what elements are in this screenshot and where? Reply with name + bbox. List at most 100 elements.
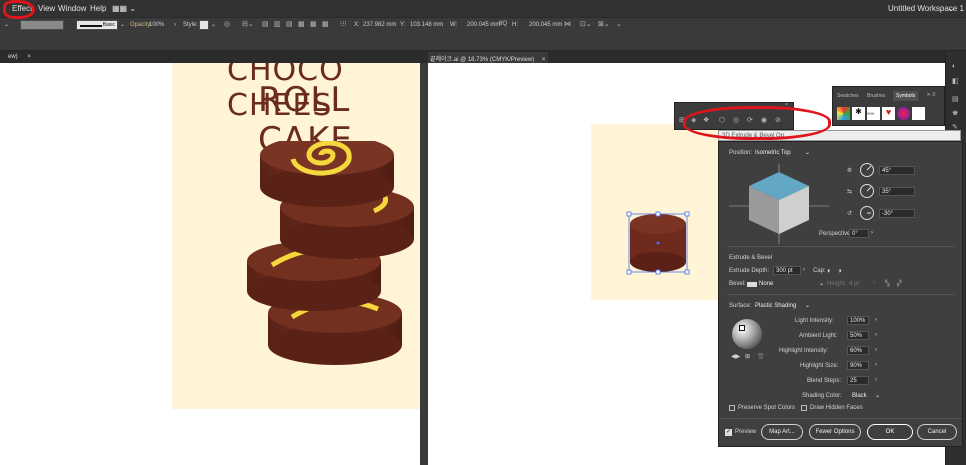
- draw-hidden-checkbox[interactable]: [801, 405, 807, 411]
- x-axis-icon: ⟰: [847, 168, 853, 174]
- panel-icon-layers[interactable]: ◧: [952, 77, 959, 85]
- panel-icon-appearance[interactable]: ◐: [952, 63, 956, 70]
- y-rotation-dial-icon[interactable]: [859, 183, 875, 199]
- chevron-right-icon[interactable]: ›: [875, 377, 877, 383]
- more-options-icon[interactable]: ⌄: [616, 20, 622, 28]
- align-center-icon[interactable]: ▥: [274, 20, 281, 28]
- light-intensity-input[interactable]: 100%: [847, 316, 869, 325]
- align-left-icon[interactable]: ▤: [262, 20, 269, 28]
- move-light-back-icon[interactable]: ◀▶: [731, 353, 740, 360]
- w-value[interactable]: 200.045 mm: [467, 22, 500, 28]
- light-source-handle[interactable]: [739, 325, 745, 331]
- close-icon[interactable]: ×: [27, 54, 31, 60]
- z-rotation-input[interactable]: -30°: [879, 209, 915, 218]
- style-swatch[interactable]: [199, 20, 209, 30]
- extrude-depth-input[interactable]: 300 pt: [773, 266, 801, 275]
- symbol-swatch[interactable]: [897, 107, 910, 120]
- transform-icon[interactable]: ⋈: [564, 20, 571, 28]
- align-bottom-icon[interactable]: ▦: [322, 20, 329, 28]
- chevron-right-icon[interactable]: ›: [174, 22, 176, 28]
- chevron-right-icon[interactable]: ›: [803, 267, 805, 273]
- x-value[interactable]: 237.982 mm: [363, 22, 396, 28]
- chevron-down-icon[interactable]: ⌄: [805, 149, 810, 156]
- x-rotation-dial-icon[interactable]: [859, 162, 875, 178]
- selected-cylinder-object[interactable]: [625, 210, 691, 276]
- chevron-down-icon[interactable]: ⌄: [120, 21, 125, 28]
- perspective-input[interactable]: 0°: [849, 229, 869, 238]
- menu-window[interactable]: Window: [58, 4, 86, 13]
- chevron-down-icon[interactable]: ⌄: [211, 21, 216, 28]
- bevel-dropdown[interactable]: None: [759, 281, 773, 287]
- panel-menu-icon[interactable]: » ≡: [927, 92, 936, 98]
- chevron-down-icon[interactable]: ⌄: [875, 392, 880, 399]
- ok-button[interactable]: OK: [867, 424, 913, 440]
- z-rotation-dial-icon[interactable]: [859, 205, 875, 221]
- red-annotation-ellipse: [683, 106, 831, 140]
- workspace-switcher-icon[interactable]: ▦▦ ⌄: [112, 4, 136, 13]
- rotation-preview-cube[interactable]: [729, 164, 829, 244]
- new-light-icon[interactable]: ⊞: [745, 353, 750, 360]
- tab-right-document[interactable]: 끝레이크.ai @ 18.73% (CMYK/Preview) ×: [428, 52, 548, 63]
- y-rotation-input[interactable]: 35°: [879, 187, 915, 196]
- cap-on-icon[interactable]: ◐: [827, 266, 832, 275]
- chevron-right-icon[interactable]: ›: [875, 347, 877, 353]
- chevron-right-icon[interactable]: ›: [875, 317, 877, 323]
- tab-swatches[interactable]: Swatches: [837, 93, 859, 99]
- position-dropdown[interactable]: Isometric Top: [755, 150, 791, 156]
- x-rotation-input[interactable]: 45°: [879, 166, 915, 175]
- preview-checkbox[interactable]: ✓: [725, 429, 732, 436]
- surface-dropdown[interactable]: Plastic Shading: [755, 303, 796, 309]
- cap-off-icon[interactable]: ◑: [837, 266, 842, 275]
- chevron-right-icon[interactable]: ›: [871, 230, 873, 236]
- document-tabs: ew) × 끝레이크.ai @ 18.73% (CMYK/Preview) ×: [0, 51, 966, 63]
- artboard-left[interactable]: CHOCO CHEES ROLL CAKE: [172, 63, 420, 409]
- reference-point-icon[interactable]: ⁝⁝⁝: [340, 20, 347, 28]
- light-sphere[interactable]: [732, 319, 762, 349]
- highlight-size-input[interactable]: 90%: [847, 361, 869, 370]
- panel-icon-libraries[interactable]: ♚: [952, 109, 958, 117]
- recolor-icon[interactable]: ◎: [224, 20, 230, 28]
- chevron-down-icon[interactable]: ⌄: [819, 280, 824, 287]
- align-right-icon[interactable]: ▤: [286, 20, 293, 28]
- preserve-spot-label: Preserve Spot Colors: [738, 405, 796, 411]
- cancel-button[interactable]: Cancel: [917, 424, 957, 440]
- align-top-icon[interactable]: ▦: [298, 20, 305, 28]
- link-proportions-icon[interactable]: 8Q: [499, 21, 507, 27]
- tab-brushes[interactable]: Brushes: [867, 93, 885, 99]
- arrange-icon[interactable]: ⊠⌄: [598, 20, 610, 28]
- workspace-chevron-icon[interactable]: ⌄: [948, 4, 955, 13]
- fewer-options-button[interactable]: Fewer Options: [809, 424, 861, 440]
- shading-color-dropdown[interactable]: Black: [852, 393, 867, 399]
- symbol-swatch[interactable]: ♥: [882, 107, 895, 120]
- align-middle-icon[interactable]: ▦: [310, 20, 317, 28]
- symbol-swatch[interactable]: [912, 107, 925, 120]
- tab-symbols[interactable]: Symbols: [893, 91, 919, 101]
- symbol-swatch[interactable]: [837, 107, 850, 120]
- tab-left-document[interactable]: ew) ×: [0, 52, 420, 63]
- highlight-intensity-input[interactable]: 60%: [847, 346, 869, 355]
- shading-color-label: Shading Color:: [802, 393, 842, 399]
- y-label: Y:: [400, 22, 406, 28]
- align-to-icon[interactable]: ⊟⌄: [242, 20, 254, 28]
- opacity-value[interactable]: 100%: [149, 22, 164, 28]
- panel-icon-properties[interactable]: ▤: [952, 95, 959, 103]
- h-value[interactable]: 200.045 mm: [529, 22, 562, 28]
- preserve-spot-checkbox[interactable]: [729, 405, 735, 411]
- chevron-right-icon[interactable]: ›: [875, 332, 877, 338]
- ambient-light-input[interactable]: 50%: [847, 331, 869, 340]
- chevron-down-icon[interactable]: ⌄: [4, 21, 9, 28]
- chevron-right-icon[interactable]: ›: [875, 362, 877, 368]
- isolate-icon[interactable]: ⊡⌄: [580, 20, 592, 28]
- map-art-button[interactable]: Map Art...: [761, 424, 803, 440]
- split-view-divider[interactable]: [420, 63, 428, 465]
- symbol-swatch[interactable]: ∞∞: [867, 107, 880, 120]
- symbol-swatch[interactable]: ✱: [852, 107, 865, 120]
- y-value[interactable]: 103.148 mm: [410, 22, 443, 28]
- height-label: Height:: [827, 281, 847, 287]
- menu-view[interactable]: View: [38, 4, 55, 13]
- blend-steps-input[interactable]: 25: [847, 376, 869, 385]
- stroke-profile-field[interactable]: Basic: [76, 20, 118, 30]
- menu-help[interactable]: Help: [90, 4, 106, 13]
- chevron-down-icon[interactable]: ⌄: [805, 302, 810, 309]
- fill-color-field[interactable]: [20, 20, 64, 30]
